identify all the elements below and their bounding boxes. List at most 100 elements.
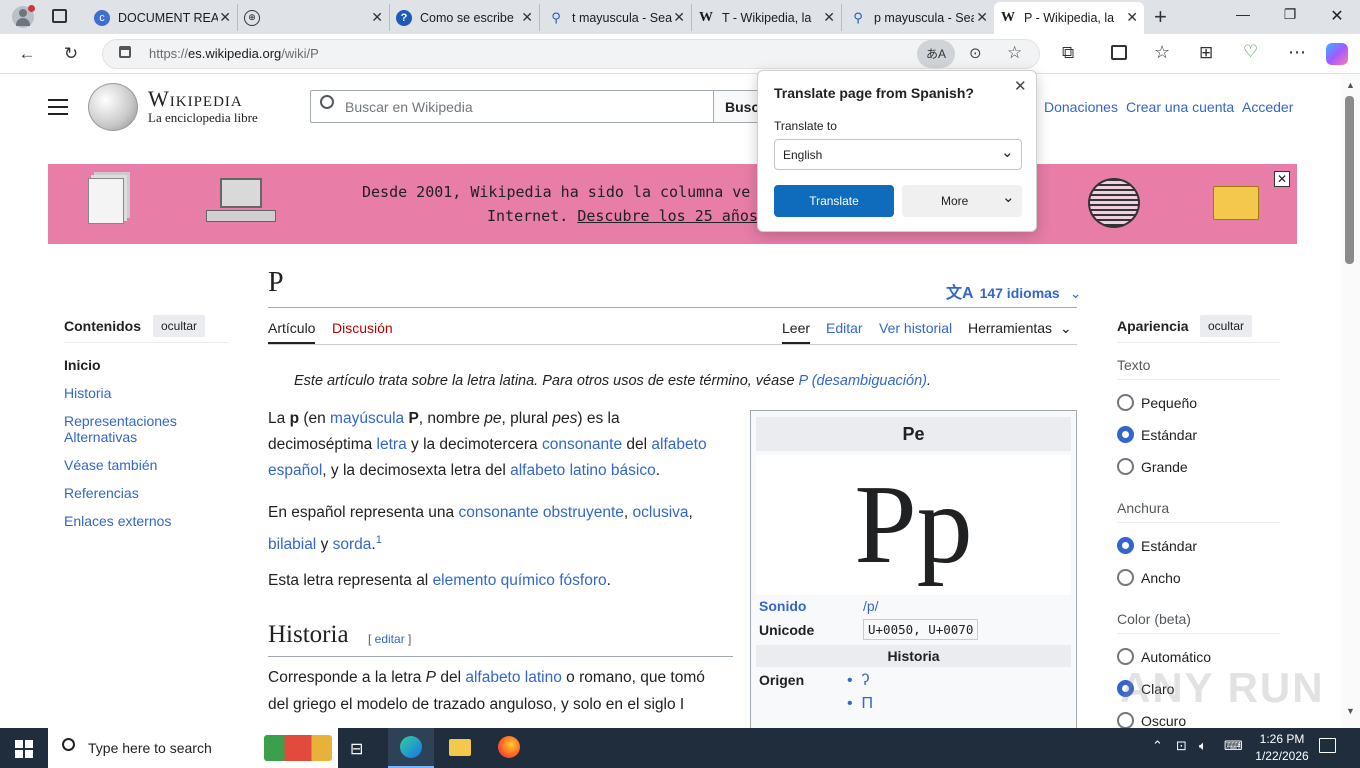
radio-width-standard[interactable] xyxy=(1117,537,1134,554)
language-select[interactable]: English ⌄ xyxy=(774,139,1022,170)
notification-icon[interactable] xyxy=(1319,738,1336,753)
favorite-star-icon[interactable]: ☆ xyxy=(1007,43,1022,63)
toc-item-referencias[interactable]: Referencias xyxy=(64,485,139,501)
link-consonante[interactable]: consonante xyxy=(542,436,622,453)
toc-item-vease-tambien[interactable]: Véase también xyxy=(64,457,157,473)
link-fosforo[interactable]: elemento químico fósforo xyxy=(433,572,607,589)
infobox-sound-label[interactable]: Sonido xyxy=(759,598,806,614)
volume-icon[interactable]: 🔈︎ xyxy=(1199,738,1207,754)
link-letra[interactable]: letra xyxy=(377,436,407,453)
translate-icon[interactable]: あA xyxy=(917,40,955,68)
windows-start-icon[interactable] xyxy=(15,740,33,758)
edge-taskbar-icon[interactable] xyxy=(388,728,434,768)
task-view-icon[interactable]: ⊟ xyxy=(350,739,363,759)
settings-more-icon[interactable]: ⋯ xyxy=(1288,42,1306,63)
radio-text-small[interactable] xyxy=(1117,394,1134,411)
radio-text-large[interactable] xyxy=(1117,458,1134,475)
toc-item-historia[interactable]: Historia xyxy=(64,385,111,401)
origin-item-2[interactable]: • П xyxy=(847,695,873,713)
radio-color-auto[interactable] xyxy=(1117,648,1134,665)
tab-t-wikipedia[interactable]: W T - Wikipedia, la ✕ xyxy=(692,4,842,31)
banner-close-icon[interactable]: ✕ xyxy=(1274,171,1290,187)
link-alfabeto-latino-basico[interactable]: alfabeto latino básico xyxy=(510,462,656,479)
tab-discusion[interactable]: Discusión xyxy=(332,320,393,336)
tab-p-mayuscula-search[interactable]: ⚲ p mayuscula - Sea ✕ xyxy=(844,4,994,31)
link-bilabial[interactable]: bilabial xyxy=(268,536,316,553)
clock-date[interactable]: 1/22/2026 xyxy=(1250,749,1314,763)
close-tab-icon[interactable]: ✕ xyxy=(1126,9,1138,26)
taskbar-search[interactable]: Type here to search xyxy=(48,728,338,768)
disambiguation-link[interactable]: P (desambiguación) xyxy=(799,373,927,389)
toc-item-enlaces-externos[interactable]: Enlaces externos xyxy=(64,513,171,529)
tab-t-mayuscula-search[interactable]: ⚲ t mayuscula - Sea ✕ xyxy=(542,4,692,31)
infobox-sound-value[interactable]: /p/ xyxy=(863,598,879,614)
vertical-scrollbar[interactable]: ▲ ▼ xyxy=(1341,74,1360,728)
restore-button[interactable]: ❐ xyxy=(1267,6,1313,28)
link-sorda[interactable]: sorda xyxy=(333,536,372,553)
close-tab-icon[interactable]: ✕ xyxy=(219,9,231,26)
radio-width-wide[interactable] xyxy=(1117,569,1134,586)
section-edit-link[interactable]: [ editar ] xyxy=(368,632,411,646)
network-icon[interactable]: ⊡ xyxy=(1176,738,1187,754)
toc-item-alternativas[interactable]: Alternativas xyxy=(64,429,137,445)
link-espanol[interactable]: español xyxy=(268,462,322,479)
profile-avatar[interactable] xyxy=(12,5,35,28)
wikipedia-globe-logo[interactable] xyxy=(88,83,138,131)
ime-icon[interactable]: ⌨︎ xyxy=(1224,738,1243,754)
clock-time[interactable]: 1:26 PM xyxy=(1254,732,1310,746)
close-window-button[interactable]: ✕ xyxy=(1314,6,1360,28)
close-tab-icon[interactable]: ✕ xyxy=(371,9,383,26)
tab-herramientas[interactable]: Herramientas ⌄ xyxy=(968,320,1072,337)
new-tab-button[interactable]: + xyxy=(1154,4,1167,30)
appearance-hide-button[interactable]: ocultar xyxy=(1200,315,1253,337)
more-button[interactable]: More ⌄ xyxy=(902,185,1022,217)
tab-document-reader[interactable]: c DOCUMENT REA ✕ xyxy=(88,4,238,31)
collections-icon[interactable]: ⊞ xyxy=(1199,43,1213,63)
tab-blank[interactable]: ⊕ ✕ xyxy=(238,4,390,31)
search-input[interactable]: Buscar en Wikipedia xyxy=(310,90,714,123)
link-consonante-obstruyente[interactable]: consonante obstruyente xyxy=(458,504,623,521)
wikipedia-wordmark[interactable]: Wikipedia xyxy=(148,86,243,112)
tab-como-se-escribe[interactable]: ? Como se escribe ✕ xyxy=(390,4,540,31)
nav-acceder[interactable]: Acceder xyxy=(1242,99,1293,115)
search-button[interactable]: Busc xyxy=(713,90,763,123)
origin-item-1[interactable]: • ʔ xyxy=(847,672,870,690)
tab-p-wikipedia[interactable]: W P - Wikipedia, la ✕ xyxy=(994,2,1144,34)
url-field[interactable]: https://es.wikipedia.org/wiki/P あA ⊙ ☆ xyxy=(102,39,1040,69)
close-tab-icon[interactable]: ✕ xyxy=(976,9,988,26)
radio-color-dark[interactable] xyxy=(1117,712,1134,728)
favorites-icon[interactable]: ☆ xyxy=(1154,42,1170,63)
close-tab-icon[interactable]: ✕ xyxy=(673,9,685,26)
back-icon[interactable]: ← xyxy=(16,43,38,65)
close-tab-icon[interactable]: ✕ xyxy=(823,9,835,26)
language-button[interactable]: 文A 147 idiomas ⌄ xyxy=(946,279,1081,303)
toc-item-inicio[interactable]: Inicio xyxy=(64,357,101,373)
link-alfabeto-latino[interactable]: alfabeto latino xyxy=(465,669,562,686)
tab-editar[interactable]: Editar xyxy=(826,320,863,336)
scroll-thumb[interactable] xyxy=(1345,96,1354,264)
translate-close-icon[interactable]: ✕ xyxy=(1014,77,1027,95)
scroll-down-icon[interactable]: ▼ xyxy=(1346,706,1355,716)
close-tab-icon[interactable]: ✕ xyxy=(521,9,533,26)
show-hidden-icons[interactable]: ⌃ xyxy=(1152,738,1163,754)
nav-crear-cuenta[interactable]: Crear una cuenta xyxy=(1126,99,1234,115)
translate-button[interactable]: Translate xyxy=(774,185,894,217)
reference-1[interactable]: 1 xyxy=(376,534,382,546)
scroll-up-icon[interactable]: ▲ xyxy=(1346,80,1355,90)
link-mayuscula[interactable]: mayúscula xyxy=(330,410,404,427)
banner-link[interactable]: Descubre los 25 años xyxy=(577,207,758,225)
browser-essentials-icon[interactable]: ♡ xyxy=(1243,42,1258,62)
extensions-icon[interactable]: ⧉ xyxy=(1062,43,1074,63)
refresh-icon[interactable]: ↻ xyxy=(60,43,82,65)
toc-item-representaciones[interactable]: Representaciones xyxy=(64,413,177,429)
tab-actions-icon[interactable] xyxy=(52,9,67,23)
minimize-button[interactable]: — xyxy=(1220,6,1266,28)
reading-options-icon[interactable]: ⊙ xyxy=(969,44,982,62)
radio-text-standard[interactable] xyxy=(1117,426,1134,443)
link-oclusiva[interactable]: oclusiva xyxy=(633,504,689,521)
tab-leer[interactable]: Leer xyxy=(782,320,811,344)
tab-articulo[interactable]: Artículo xyxy=(268,320,316,344)
toc-hide-button[interactable]: ocultar xyxy=(153,315,206,337)
link-alfabeto[interactable]: alfabeto xyxy=(651,436,706,453)
firefox-icon[interactable] xyxy=(498,736,520,758)
